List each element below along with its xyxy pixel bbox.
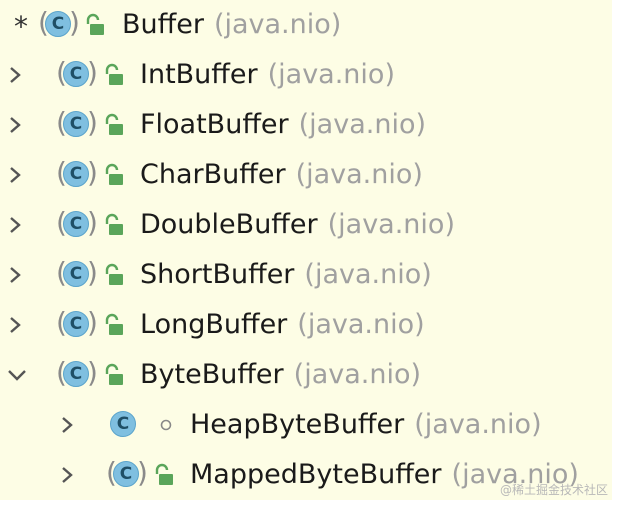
chevron-right-icon[interactable]	[54, 450, 80, 500]
class-icon: C	[104, 409, 144, 441]
abstract-class-icon: (C)	[56, 56, 98, 89]
tree-row-doublebuffer[interactable]: (C) DoubleBuffer (java.nio)	[0, 200, 612, 250]
class-name: Buffer	[122, 9, 204, 40]
tree-item-label: CharBuffer (java.nio)	[140, 157, 423, 193]
chevron-right-icon[interactable]	[2, 200, 28, 250]
tree-item-label: HeapByteBuffer (java.nio)	[190, 407, 542, 443]
package-private-dot-icon	[160, 419, 172, 431]
public-lock-icon	[105, 263, 123, 285]
tree-row-bytebuffer[interactable]: (C) ByteBuffer (java.nio)	[0, 350, 612, 400]
class-name: HeapByteBuffer	[190, 409, 405, 440]
abstract-class-icon: (C)	[56, 156, 98, 189]
class-name: CharBuffer	[140, 159, 286, 190]
tree-row-longbuffer[interactable]: (C) LongBuffer (java.nio)	[0, 300, 612, 350]
abstract-class-icon: ( C )	[38, 6, 80, 39]
tree-item-label: LongBuffer (java.nio)	[140, 307, 425, 343]
tree-item-label: DoubleBuffer (java.nio)	[140, 207, 455, 243]
package-name: (java.nio)	[304, 259, 432, 290]
chevron-right-icon[interactable]	[2, 300, 28, 350]
tree-row-floatbuffer[interactable]: (C) FloatBuffer (java.nio)	[0, 100, 612, 150]
abstract-class-icon: (C)	[56, 306, 98, 339]
tree-row-heapbytebuffer[interactable]: C HeapByteBuffer (java.nio)	[0, 400, 612, 450]
abstract-class-icon: (C)	[56, 256, 98, 289]
package-name: (java.nio)	[297, 309, 425, 340]
public-lock-icon	[86, 13, 104, 35]
class-name: IntBuffer	[140, 59, 258, 90]
class-name: ByteBuffer	[140, 359, 284, 390]
tree-item-label: IntBuffer (java.nio)	[140, 57, 395, 93]
public-lock-icon	[105, 363, 123, 385]
package-name: (java.nio)	[414, 409, 542, 440]
class-name: FloatBuffer	[140, 109, 289, 140]
public-lock-icon	[105, 113, 123, 135]
abstract-class-icon: (C)	[56, 206, 98, 239]
public-lock-icon	[105, 63, 123, 85]
class-name: DoubleBuffer	[140, 209, 318, 240]
type-hierarchy-panel: * ( C ) Buffer (java.nio) (C) IntBuffer (j…	[0, 0, 612, 500]
chevron-down-icon[interactable]	[4, 350, 30, 400]
chevron-right-icon[interactable]	[2, 50, 28, 100]
package-name: (java.nio)	[267, 59, 395, 90]
chevron-right-icon[interactable]	[54, 400, 80, 450]
package-name: (java.nio)	[293, 359, 422, 390]
public-lock-icon	[105, 163, 123, 185]
root-marker: *	[14, 10, 28, 43]
abstract-class-icon: (C)	[56, 106, 98, 139]
package-name: (java.nio)	[327, 209, 455, 240]
public-lock-icon	[105, 213, 123, 235]
tree-row-intbuffer[interactable]: (C) IntBuffer (java.nio)	[0, 50, 612, 100]
abstract-class-icon: (C)	[106, 456, 148, 489]
tree-item-label: FloatBuffer (java.nio)	[140, 107, 426, 143]
chevron-right-icon[interactable]	[2, 250, 28, 300]
watermark-text: @稀土掘金技术社区	[499, 483, 608, 497]
public-lock-icon	[105, 313, 123, 335]
tree-row-charbuffer[interactable]: (C) CharBuffer (java.nio)	[0, 150, 612, 200]
tree-row-shortbuffer[interactable]: (C) ShortBuffer (java.nio)	[0, 250, 612, 300]
package-name: (java.nio)	[298, 109, 426, 140]
tree-item-label: ByteBuffer (java.nio)	[140, 357, 421, 393]
chevron-right-icon[interactable]	[2, 100, 28, 150]
class-name: ShortBuffer	[140, 259, 295, 290]
tree-row-buffer[interactable]: * ( C ) Buffer (java.nio)	[0, 0, 612, 50]
abstract-class-icon: (C)	[56, 356, 98, 389]
tree-item-label: Buffer (java.nio)	[122, 7, 341, 43]
class-name: MappedByteBuffer	[190, 459, 442, 490]
class-name: LongBuffer	[140, 309, 288, 340]
public-lock-icon	[155, 463, 173, 485]
chevron-right-icon[interactable]	[2, 150, 28, 200]
tree-item-label: ShortBuffer (java.nio)	[140, 257, 432, 293]
package-name: (java.nio)	[213, 9, 342, 40]
package-name: (java.nio)	[295, 159, 423, 190]
